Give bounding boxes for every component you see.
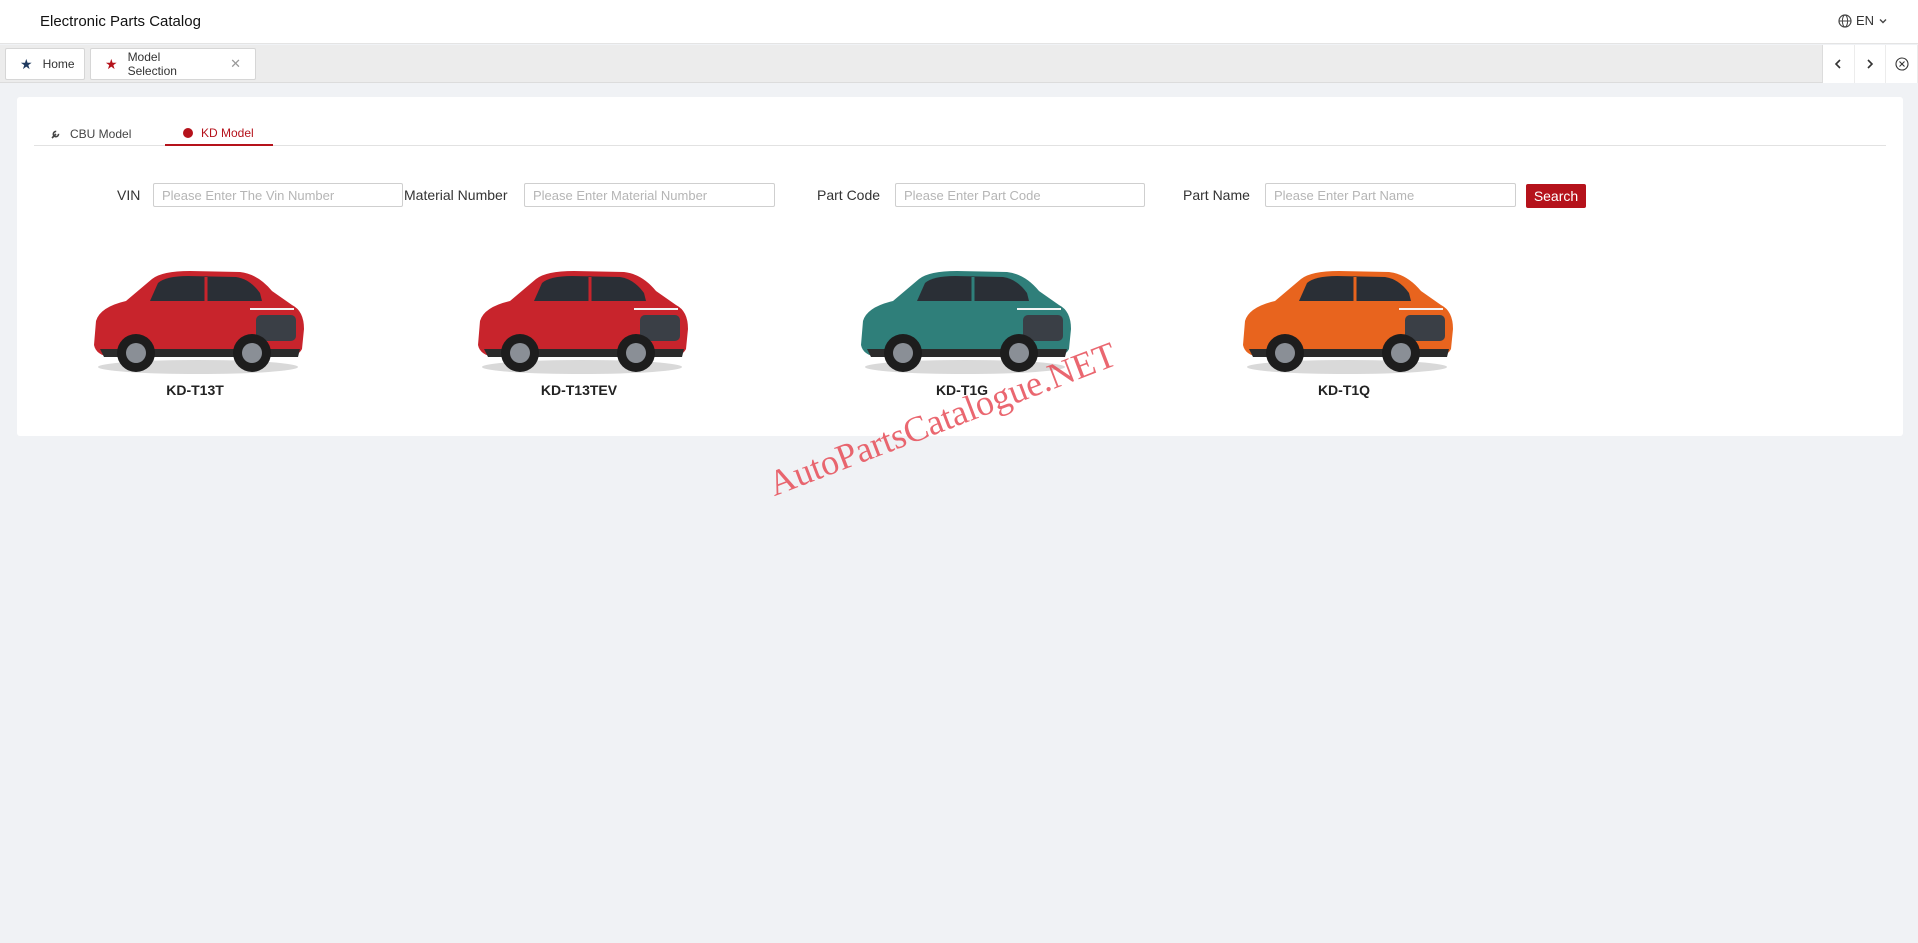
vin-input[interactable] [153, 183, 403, 207]
model-card-kd-t1q[interactable]: KD-T1Q [1229, 249, 1459, 404]
vin-label: VIN [117, 187, 141, 203]
close-icon[interactable]: ✕ [230, 56, 241, 72]
tab-nav-group [1822, 45, 1918, 83]
app-title: Electronic Parts Catalog [40, 13, 201, 30]
search-button[interactable]: Search [1526, 184, 1586, 208]
car-wheel-rim [626, 343, 646, 363]
tab-label: Home [42, 57, 75, 71]
circle-close-icon [1895, 57, 1909, 71]
tab-cbu-model[interactable]: CBU Model [50, 122, 150, 146]
tab-prev-button[interactable] [1823, 45, 1855, 83]
part-code-label: Part Code [817, 187, 881, 203]
model-selection-panel: CBU Model KD Model VIN Material Number P… [17, 97, 1903, 436]
tab-home[interactable]: ★ Home [5, 48, 85, 80]
language-code: EN [1855, 13, 1874, 28]
part-name-label: Part Name [1183, 187, 1250, 203]
model-type-tabs: CBU Model KD Model [34, 97, 1886, 146]
car-wheel-rim [1009, 343, 1029, 363]
car-image [1243, 271, 1453, 374]
model-name: KD-T1Q [1317, 382, 1371, 398]
car-wheel-rim [126, 343, 146, 363]
globe-icon [1838, 13, 1852, 28]
tab-label: Model Selection [127, 50, 177, 78]
chevron-left-icon [1835, 59, 1841, 69]
material-number-label: Material Number [404, 187, 508, 203]
part-code-input[interactable] [895, 183, 1145, 207]
app-header: Electronic Parts Catalog EN [0, 0, 1918, 44]
car-image [94, 271, 304, 374]
tab-kd-model[interactable]: KD Model [165, 122, 273, 146]
model-name: KD-T13T [166, 382, 224, 398]
car-wheel-rim [242, 343, 262, 363]
tab-strip: ★ Home ★ Model Selection ✕ [0, 45, 1820, 83]
part-name-input[interactable] [1265, 183, 1516, 207]
model-card-kd-t13t[interactable]: KD-T13T [80, 249, 310, 404]
car-image [478, 271, 688, 374]
tab-label: CBU Model [70, 127, 132, 141]
car-wheel-rim [1275, 343, 1295, 363]
search-form: VIN Material Number Part Code Part Name … [17, 183, 1903, 209]
tab-next-button[interactable] [1855, 45, 1887, 83]
chevron-down-icon [1879, 18, 1887, 23]
page-tab-bar: ★ Home ★ Model Selection ✕ [0, 45, 1918, 83]
car-wheel-rim [1391, 343, 1411, 363]
chevron-right-icon [1867, 59, 1874, 69]
dot-icon [183, 128, 193, 138]
star-icon: ★ [20, 56, 33, 72]
model-card-kd-t13tev[interactable]: KD-T13TEV [464, 249, 694, 404]
material-number-input[interactable] [524, 183, 775, 207]
car-wheel-rim [893, 343, 913, 363]
star-icon: ★ [105, 56, 118, 72]
tab-model-selection[interactable]: ★ Model Selection ✕ [90, 48, 256, 80]
tab-close-all-button[interactable] [1886, 45, 1918, 83]
car-wheel-rim [510, 343, 530, 363]
wrench-icon [51, 130, 60, 139]
language-selector[interactable]: EN [1838, 13, 1888, 28]
model-name: KD-T13TEV [540, 382, 618, 398]
tab-label: KD Model [201, 126, 254, 140]
